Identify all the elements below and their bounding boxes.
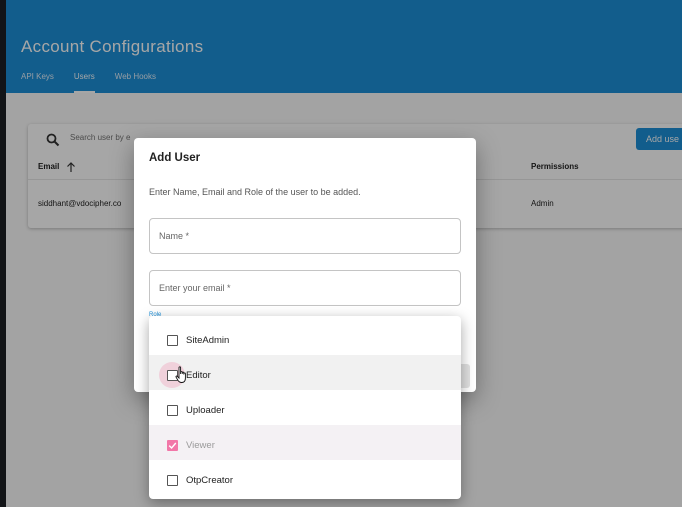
- checkbox[interactable]: [167, 475, 178, 486]
- email-field-placeholder: Enter your email *: [159, 283, 231, 293]
- role-option-uploader[interactable]: Uploader: [149, 390, 461, 425]
- name-field[interactable]: Name *: [149, 218, 461, 254]
- role-option-editor[interactable]: Editor: [149, 355, 461, 390]
- checkbox[interactable]: [167, 405, 178, 416]
- role-option-label: OtpCreator: [186, 475, 233, 486]
- role-option-otpcreator[interactable]: OtpCreator: [149, 460, 461, 495]
- check-icon: [168, 442, 177, 450]
- role-option-label: Editor: [186, 370, 211, 381]
- email-field[interactable]: Enter your email *: [149, 270, 461, 306]
- dialog-title: Add User: [149, 152, 201, 164]
- role-dropdown-menu: SiteAdmin Editor Uploader Viewer OtpCrea…: [149, 316, 461, 499]
- role-option-viewer[interactable]: Viewer: [149, 425, 461, 460]
- role-option-label: SiteAdmin: [186, 335, 230, 346]
- name-field-placeholder: Name *: [159, 231, 190, 241]
- role-option-label: Uploader: [186, 405, 225, 416]
- role-option-siteadmin[interactable]: SiteAdmin: [149, 320, 461, 355]
- checkbox[interactable]: [167, 335, 178, 346]
- checkbox-checked[interactable]: [167, 440, 178, 451]
- role-option-label: Viewer: [186, 440, 215, 451]
- dialog-description: Enter Name, Email and Role of the user t…: [149, 187, 361, 197]
- hand-cursor-icon: [175, 366, 186, 383]
